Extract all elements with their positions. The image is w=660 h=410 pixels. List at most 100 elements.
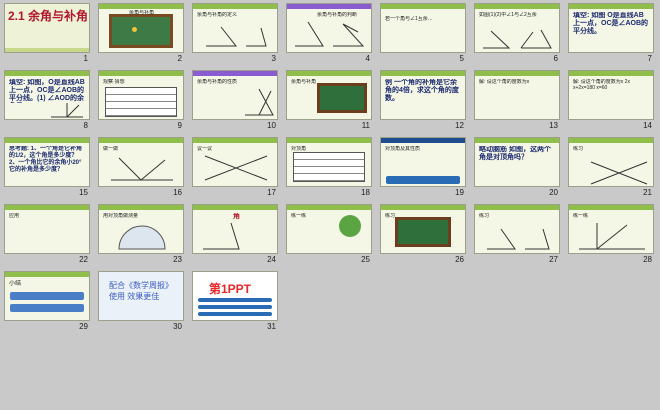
slide-thumbnail[interactable]: 余角与补角 11 [286,70,372,132]
slide-text: 填空: 如图 O是直线AB上一点，OC是∠AOB的平分线。 [573,12,649,35]
slide-thumbnail[interactable]: 练一练 28 [568,204,654,266]
slide-canvas: 对顶角及其性质 [380,137,466,187]
slide-thumbnail[interactable]: 练一练 25 [286,204,372,266]
slide-decoration [5,48,89,52]
slide-text: 观察·猜想 [103,79,125,85]
link-line [198,298,272,302]
slide-canvas: 思考题: 1、一个角是它补角的1/2，这个角是多少度？ 2、一个角比它的余角小2… [4,137,90,187]
slide-thumbnail[interactable]: 若一个角与∠1互余… 5 [380,3,466,65]
slide-thumbnail[interactable]: 余角与补角的定义 3 [192,3,278,65]
slide-thumbnail[interactable]: 例 一个角的补角是它余角的4倍，求这个角的度数。 12 [380,70,466,132]
slide-thumbnail[interactable]: 做一做 16 [98,137,184,199]
slide-header-bar [5,272,89,277]
slide-header-bar [475,138,559,143]
slide-thumbnail[interactable]: 第1PPT 31 [192,271,278,333]
slide-thumbnail[interactable]: 小结 29 [4,271,90,333]
slide-number: 8 [83,121,88,130]
ball-shape [132,27,137,32]
slide-canvas: 余角与补角 [286,70,372,120]
slide-thumbnail[interactable]: 配合《数学周报》使用 效果更佳 30 [98,271,184,333]
slide-thumbnail[interactable]: 解: 设这个角的度数为x 2x x+2x=180 x=60 14 [568,70,654,132]
highlight-box [386,176,460,184]
slide-text: 练习 [479,213,490,219]
slide-thumbnail[interactable]: 角 24 [192,204,278,266]
link-line [198,305,272,309]
slide-number: 15 [79,188,88,197]
slide-thumbnail[interactable]: 余角与补角 2 [98,3,184,65]
slide-canvas: 如图(1)(2)中∠1与∠2互余 [474,3,560,53]
billiard-table-image [317,83,367,113]
slide-header-bar [287,205,371,210]
slide-thumbnail[interactable]: 如图(1)(2)中∠1与∠2互余 6 [474,3,560,65]
slide-number: 20 [549,188,558,197]
slide-text: 解: 设这个角的度数为x [479,79,530,85]
slide-canvas: 配合《数学周报》使用 效果更佳 [98,271,184,321]
slide-header-bar [99,4,183,9]
slide-canvas: 练一练 [286,204,372,254]
slide-thumbnail[interactable]: 余角与补角的判断 4 [286,3,372,65]
slide-canvas: 观察·猜想 [98,70,184,120]
slide-canvas: 练习 [474,204,560,254]
angle-diagram [206,26,267,47]
slide-text: 余角与补角的定义 [197,12,238,18]
slide-thumbnail[interactable]: 2.1 余角与补角 1 [4,3,90,65]
angle-diagram [483,29,552,49]
slide-canvas: 填空: 如图，O是直线AB上一点，OC是∠AOB的平分线。(1) ∠AOD的余角… [4,70,90,120]
slide-header-bar [381,138,465,143]
slide-number: 22 [79,255,88,264]
slide-number: 19 [455,188,464,197]
slide-header-bar [193,71,277,76]
slide-number: 21 [643,188,652,197]
slide-sorter-grid: 2.1 余角与补角 1 余角与补角 2 余角与补角的定义 3 余角与补角的判断 … [4,3,656,407]
slide-thumbnail[interactable]: 应用 22 [4,204,90,266]
slide-header-bar [287,4,371,9]
slide-canvas: 议一议 [192,137,278,187]
slide-thumbnail[interactable]: 练习 26 [380,204,466,266]
slide-header-bar [287,138,371,143]
slide-thumbnail[interactable]: 填空: 如图 O是直线AB上一点，OC是∠AOB的平分线。 7 [568,3,654,65]
slide-text: 如图(1)(2)中∠1与∠2互余 [479,12,537,18]
slide-canvas: 余角与补角 [98,3,184,53]
angle-diagram [51,103,83,118]
slide-text: 思考题: 1、一个角是它补角的1/2，这个角是多少度？ 2、一个角比它的余角小2… [9,146,83,173]
slide-header-bar [193,205,277,210]
slide-thumbnail[interactable]: 略动脑筋 如图，这两个角是对顶角吗？ 20 [474,137,560,199]
slide-number: 28 [643,255,652,264]
slide-canvas: 若一个角与∠1互余… [380,3,466,53]
slide-text: 应用 [9,213,20,219]
slide-thumbnail[interactable]: 解: 设这个角的度数为x 13 [474,70,560,132]
slide-thumbnail[interactable]: 对顶角 18 [286,137,372,199]
slide-header-bar [569,71,653,76]
slide-canvas: 余角与补角的性质 [192,70,278,120]
slide-canvas: 角 [192,204,278,254]
angle-diagram [295,21,365,47]
slide-canvas: 用对顶角做测量 [98,204,184,254]
slide-header-bar [569,4,653,9]
slide-header-bar [193,138,277,143]
slide-header-bar [99,205,183,210]
slide-header-bar [193,4,277,9]
slide-number: 31 [267,322,276,331]
angle-diagram [579,223,645,250]
slide-text: 解: 设这个角的度数为x 2x x+2x=180 x=60 [573,79,630,91]
slide-canvas: 余角与补角的定义 [192,3,278,53]
slide-number: 11 [361,121,370,130]
slide-thumbnail[interactable]: 对顶角及其性质 19 [380,137,466,199]
slide-thumbnail[interactable]: 议一议 17 [192,137,278,199]
slide-header-bar [381,4,465,9]
slide-thumbnail[interactable]: 用对顶角做测量 23 [98,204,184,266]
angle-diagram [487,228,550,250]
slide-number: 5 [459,54,464,63]
slide-header-bar [99,71,183,76]
slide-thumbnail[interactable]: 填空: 如图，O是直线AB上一点，OC是∠AOB的平分线。(1) ∠AOD的余角… [4,70,90,132]
slide-canvas: 练一练 [568,204,654,254]
slide-thumbnail[interactable]: 思考题: 1、一个角是它补角的1/2，这个角是多少度？ 2、一个角比它的余角小2… [4,137,90,199]
slide-thumbnail[interactable]: 余角与补角的性质 10 [192,70,278,132]
slide-thumbnail[interactable]: 练习 21 [568,137,654,199]
slide-thumbnail[interactable]: 观察·猜想 9 [98,70,184,132]
slide-thumbnail[interactable]: 练习 27 [474,204,560,266]
slide-header-bar [569,205,653,210]
slide-number: 1 [83,54,88,63]
data-table-image [293,152,365,182]
slide-text: 配合《数学周报》使用 效果更佳 [109,281,173,301]
